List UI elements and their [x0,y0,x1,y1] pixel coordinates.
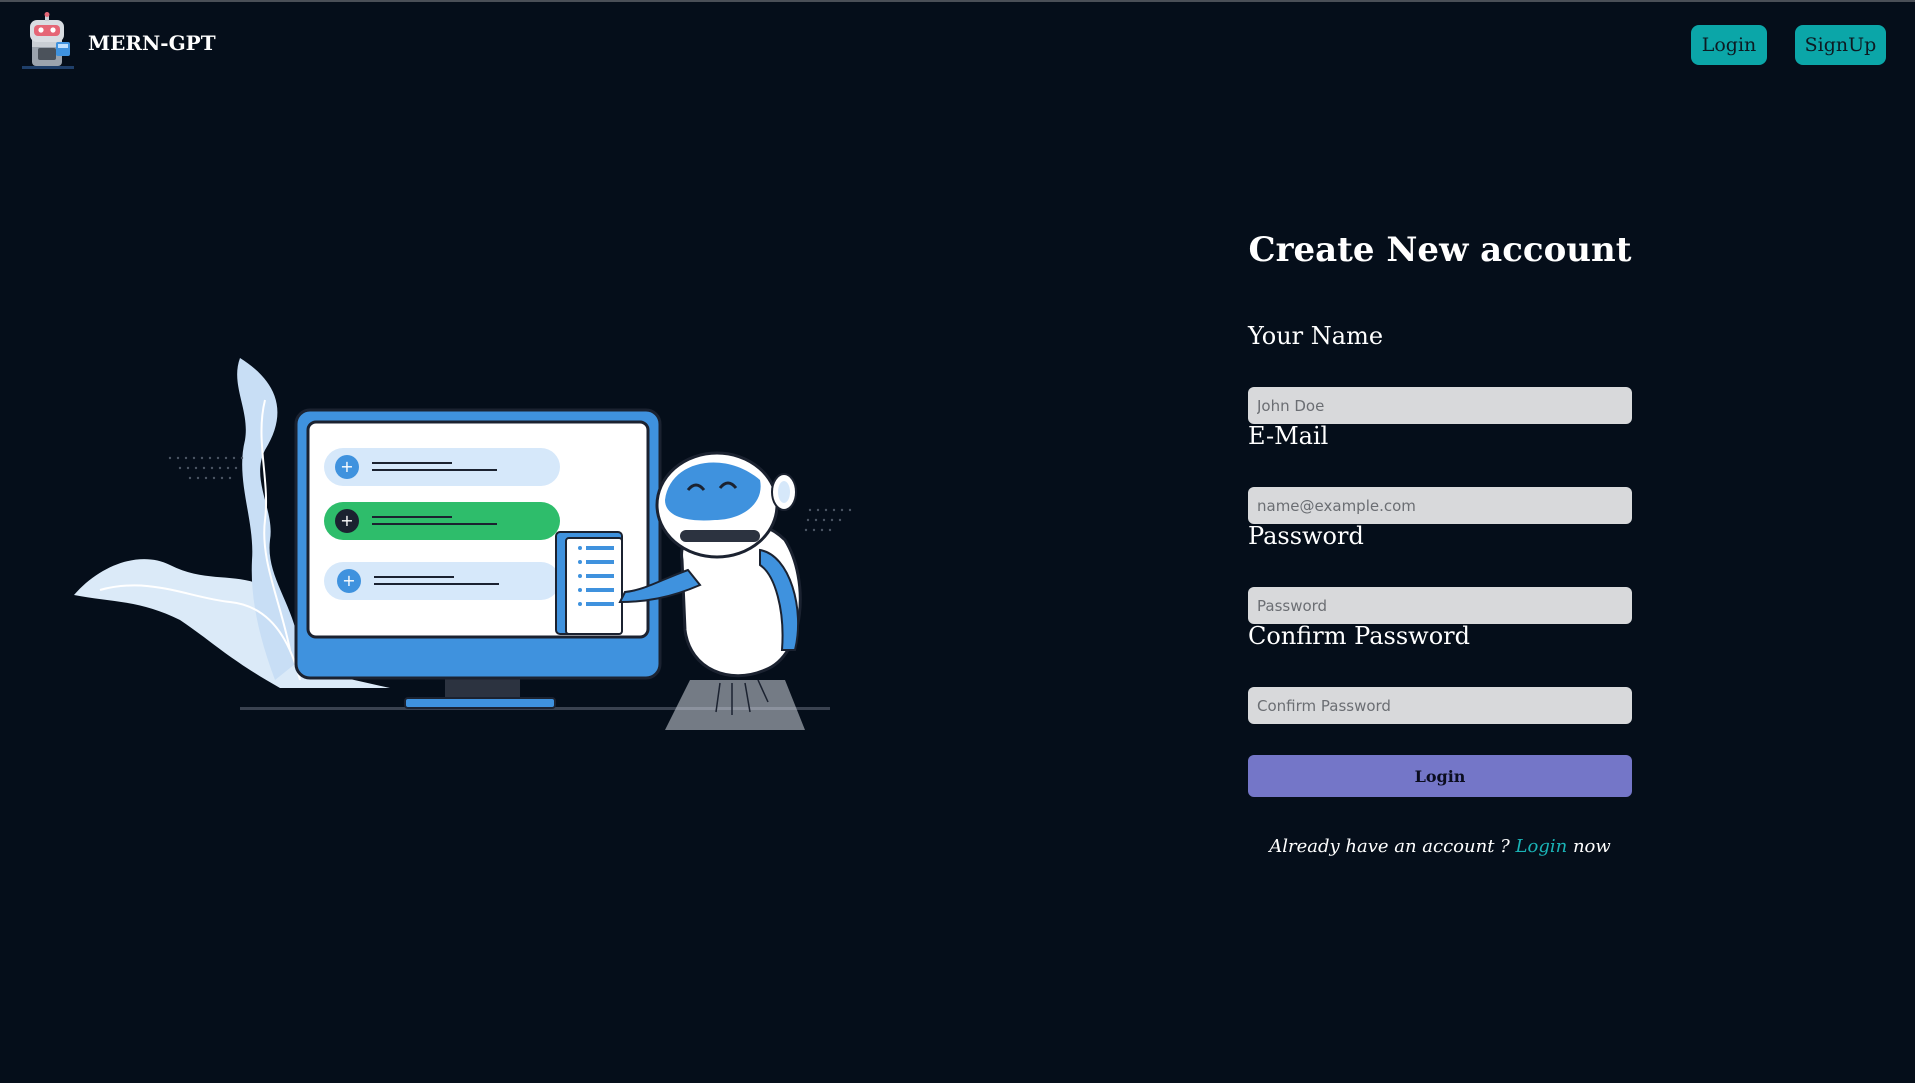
login-link[interactable]: Login [1516,836,1568,857]
name-label: Your Name [1248,322,1384,350]
brand[interactable]: MERN-GPT [18,12,216,74]
top-navbar: MERN-GPT Login SignUp [0,2,1915,86]
password-label: Password [1248,522,1364,550]
robot-computer-illustration: + + + [74,358,852,730]
form-title: Create New account [1248,230,1632,270]
email-input[interactable] [1248,487,1632,524]
login-prompt-prefix: Already have an account ? [1269,836,1516,857]
nav-login-button[interactable]: Login [1691,25,1767,65]
name-input[interactable] [1248,387,1632,424]
confirm-password-label: Confirm Password [1248,622,1470,650]
svg-text:+: + [342,571,355,590]
nav-signup-button[interactable]: SignUp [1795,25,1886,65]
app-name: MERN-GPT [88,31,216,55]
robot-logo-icon [22,12,74,69]
submit-button[interactable]: Login [1248,755,1632,797]
svg-text:+: + [340,511,353,530]
login-prompt: Already have an account ? Login now [1248,836,1632,857]
svg-text:+: + [340,457,353,476]
login-prompt-suffix: now [1567,836,1611,857]
password-input[interactable] [1248,587,1632,624]
email-label: E-Mail [1248,422,1329,450]
confirm-password-input[interactable] [1248,687,1632,724]
